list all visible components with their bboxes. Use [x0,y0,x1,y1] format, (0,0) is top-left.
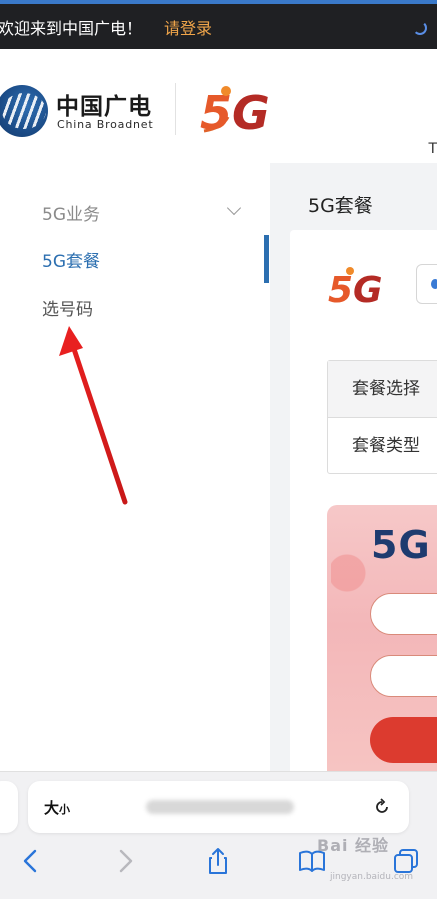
decorative-tree-icon [331,545,371,615]
promo-banner[interactable]: 5G [327,505,437,805]
text-size-big: 大 [44,799,60,817]
option-row-plan-select[interactable]: 套餐选择 [328,361,437,418]
5g-brand-logo: 5 G [200,86,270,139]
sidebar-item-5g-plans[interactable]: 5G套餐 [42,247,100,272]
forward-icon[interactable] [110,846,140,876]
globe-logo-icon[interactable] [0,85,48,137]
reload-icon[interactable] [372,797,392,817]
spinner-icon [413,21,427,35]
chevron-down-icon[interactable] [226,200,242,216]
welcome-text: 欢迎来到中国广电！ [0,18,143,38]
logo-chinese-name[interactable]: 中国广电 [56,87,152,121]
card-5g-logo: 5 G [328,267,383,310]
main-content: 5G套餐 5 G 套餐选择 套餐类型 5G [270,163,437,805]
sidebar-nav: 5G业务 5G套餐 选号码 [0,163,270,771]
watermark-subtext: jingyan.baidu.com [330,872,414,882]
options-table: 套餐选择 套餐类型 [327,360,437,474]
sidebar-group-5g-business[interactable]: 5G业务 [42,200,100,225]
promo-submit-button[interactable] [370,717,437,763]
svg-text:G: G [353,270,383,310]
header-truncated-text: T [428,141,437,157]
promo-input-2[interactable] [370,655,437,697]
login-link[interactable]: 请登录 [164,15,212,39]
top-banner: 欢迎来到中国广电！ 请登录 [0,0,437,49]
option-row-plan-type[interactable]: 套餐类型 [328,418,437,475]
promo-input-1[interactable] [370,593,437,635]
back-icon[interactable] [16,846,46,876]
site-header: 中国广电 China Broadnet 5 G T [0,49,437,163]
active-indicator [264,235,269,283]
card-selector-button[interactable] [416,264,437,304]
promo-heading: 5G [371,523,431,567]
logo-english-name[interactable]: China Broadnet [57,118,153,131]
text-size-small: 小 [59,803,71,816]
share-icon[interactable] [203,846,233,876]
sidebar-item-choose-number[interactable]: 选号码 [42,295,93,320]
plan-card: 5 G 套餐选择 套餐类型 5G [290,230,437,805]
browser-toolbar: 大小 Bai 经验 jingyan.baidu.com [0,771,437,899]
text-size-button[interactable]: 大小 [44,797,70,818]
previous-tab-preview[interactable] [0,781,18,833]
svg-text:G: G [232,86,270,139]
watermark-text: Bai 经验 [317,836,390,855]
svg-text:5: 5 [328,270,353,310]
page-title: 5G套餐 [308,195,373,217]
blurred-url [146,800,294,814]
address-bar[interactable]: 大小 [28,781,409,833]
page: 欢迎来到中国广电！ 请登录 中国广电 China Broadnet 5 G T … [0,0,437,899]
logo-divider [175,83,176,135]
